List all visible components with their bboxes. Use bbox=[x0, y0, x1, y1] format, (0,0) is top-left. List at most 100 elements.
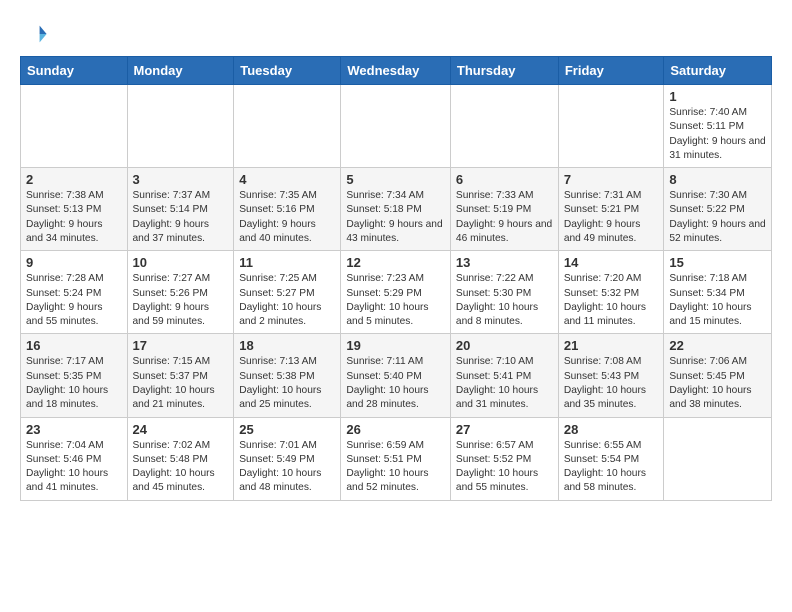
day-cell: 10 Sunrise: 7:27 AMSunset: 5:26 PMDayligh… bbox=[127, 251, 234, 334]
day-number: 23 bbox=[26, 422, 122, 437]
day-info: Sunrise: 7:02 AMSunset: 5:48 PMDaylight:… bbox=[133, 439, 229, 496]
day-number: 5 bbox=[346, 172, 445, 187]
week-row-3: 9 Sunrise: 7:28 AMSunset: 5:24 PMDaylight… bbox=[21, 251, 772, 334]
weekday-header-sunday: Sunday bbox=[21, 57, 128, 85]
day-info: Sunrise: 6:59 AMSunset: 5:51 PMDaylight:… bbox=[346, 439, 445, 496]
day-cell bbox=[450, 85, 558, 168]
logo bbox=[20, 20, 52, 48]
week-row-1: 1 Sunrise: 7:40 AMSunset: 5:11 PMDaylight… bbox=[21, 85, 772, 168]
weekday-header-row: SundayMondayTuesdayWednesdayThursdayFrid… bbox=[21, 57, 772, 85]
day-info: Sunrise: 7:04 AMSunset: 5:46 PMDaylight:… bbox=[26, 439, 122, 496]
day-cell bbox=[341, 85, 451, 168]
day-number: 18 bbox=[239, 338, 335, 353]
day-number: 6 bbox=[456, 172, 553, 187]
day-info: Sunrise: 7:18 AMSunset: 5:34 PMDaylight:… bbox=[669, 272, 766, 329]
day-cell: 1 Sunrise: 7:40 AMSunset: 5:11 PMDaylight… bbox=[664, 85, 772, 168]
day-number: 22 bbox=[669, 338, 766, 353]
day-number: 17 bbox=[133, 338, 229, 353]
day-info: Sunrise: 7:01 AMSunset: 5:49 PMDaylight:… bbox=[239, 439, 335, 496]
week-row-2: 2 Sunrise: 7:38 AMSunset: 5:13 PMDaylight… bbox=[21, 168, 772, 251]
day-number: 14 bbox=[564, 255, 659, 270]
weekday-header-monday: Monday bbox=[127, 57, 234, 85]
day-cell: 8Sunrise: 7:30 AMSunset: 5:22 PMDaylight… bbox=[664, 168, 772, 251]
day-number: 25 bbox=[239, 422, 335, 437]
day-cell bbox=[21, 85, 128, 168]
day-cell: 17Sunrise: 7:15 AMSunset: 5:37 PMDayligh… bbox=[127, 334, 234, 417]
day-number: 21 bbox=[564, 338, 659, 353]
day-number: 13 bbox=[456, 255, 553, 270]
day-cell: 21 Sunrise: 7:08 AMSunset: 5:43 PMDayligh… bbox=[558, 334, 664, 417]
day-cell: 28 Sunrise: 6:55 AMSunset: 5:54 PMDayligh… bbox=[558, 417, 664, 500]
weekday-header-wednesday: Wednesday bbox=[341, 57, 451, 85]
day-cell: 9 Sunrise: 7:28 AMSunset: 5:24 PMDaylight… bbox=[21, 251, 128, 334]
page: SundayMondayTuesdayWednesdayThursdayFrid… bbox=[0, 0, 792, 517]
day-info: Sunrise: 7:23 AMSunset: 5:29 PMDaylight:… bbox=[346, 272, 445, 329]
day-cell: 11 Sunrise: 7:25 AMSunset: 5:27 PMDayligh… bbox=[234, 251, 341, 334]
day-number: 2 bbox=[26, 172, 122, 187]
day-info: Sunrise: 7:17 AMSunset: 5:35 PMDaylight:… bbox=[26, 355, 122, 412]
day-cell: 5 Sunrise: 7:34 AMSunset: 5:18 PMDaylight… bbox=[341, 168, 451, 251]
day-cell: 13 Sunrise: 7:22 AMSunset: 5:30 PMDayligh… bbox=[450, 251, 558, 334]
week-row-4: 16 Sunrise: 7:17 AMSunset: 5:35 PMDayligh… bbox=[21, 334, 772, 417]
day-number: 11 bbox=[239, 255, 335, 270]
day-cell: 4 Sunrise: 7:35 AMSunset: 5:16 PMDaylight… bbox=[234, 168, 341, 251]
day-number: 1 bbox=[669, 89, 766, 104]
weekday-header-thursday: Thursday bbox=[450, 57, 558, 85]
weekday-header-friday: Friday bbox=[558, 57, 664, 85]
weekday-header-tuesday: Tuesday bbox=[234, 57, 341, 85]
day-number: 12 bbox=[346, 255, 445, 270]
day-info: Sunrise: 6:57 AMSunset: 5:52 PMDaylight:… bbox=[456, 439, 553, 496]
day-number: 7 bbox=[564, 172, 659, 187]
day-number: 9 bbox=[26, 255, 122, 270]
day-number: 24 bbox=[133, 422, 229, 437]
day-number: 8 bbox=[669, 172, 766, 187]
day-cell bbox=[558, 85, 664, 168]
day-info: Sunrise: 7:33 AMSunset: 5:19 PMDaylight:… bbox=[456, 189, 553, 246]
day-number: 10 bbox=[133, 255, 229, 270]
day-cell: 19 Sunrise: 7:11 AMSunset: 5:40 PMDayligh… bbox=[341, 334, 451, 417]
day-number: 19 bbox=[346, 338, 445, 353]
day-cell: 2 Sunrise: 7:38 AMSunset: 5:13 PMDaylight… bbox=[21, 168, 128, 251]
day-number: 4 bbox=[239, 172, 335, 187]
week-row-5: 23 Sunrise: 7:04 AMSunset: 5:46 PMDayligh… bbox=[21, 417, 772, 500]
day-info: Sunrise: 7:31 AMSunset: 5:21 PMDaylight:… bbox=[564, 189, 659, 246]
day-cell: 18Sunrise: 7:13 AMSunset: 5:38 PMDayligh… bbox=[234, 334, 341, 417]
logo-icon bbox=[20, 20, 48, 48]
day-info: Sunrise: 7:06 AMSunset: 5:45 PMDaylight:… bbox=[669, 355, 766, 412]
calendar-table: SundayMondayTuesdayWednesdayThursdayFrid… bbox=[20, 56, 772, 501]
day-cell: 7 Sunrise: 7:31 AMSunset: 5:21 PMDaylight… bbox=[558, 168, 664, 251]
day-info: Sunrise: 7:25 AMSunset: 5:27 PMDaylight:… bbox=[239, 272, 335, 329]
day-cell bbox=[234, 85, 341, 168]
day-cell: 16 Sunrise: 7:17 AMSunset: 5:35 PMDayligh… bbox=[21, 334, 128, 417]
day-cell: 24 Sunrise: 7:02 AMSunset: 5:48 PMDayligh… bbox=[127, 417, 234, 500]
day-info: Sunrise: 7:38 AMSunset: 5:13 PMDaylight:… bbox=[26, 189, 122, 246]
day-cell: 3 Sunrise: 7:37 AMSunset: 5:14 PMDaylight… bbox=[127, 168, 234, 251]
day-number: 16 bbox=[26, 338, 122, 353]
day-info: Sunrise: 7:11 AMSunset: 5:40 PMDaylight:… bbox=[346, 355, 445, 412]
day-info: Sunrise: 7:34 AMSunset: 5:18 PMDaylight:… bbox=[346, 189, 445, 246]
day-number: 3 bbox=[133, 172, 229, 187]
day-cell: 12 Sunrise: 7:23 AMSunset: 5:29 PMDayligh… bbox=[341, 251, 451, 334]
day-info: Sunrise: 6:55 AMSunset: 5:54 PMDaylight:… bbox=[564, 439, 659, 496]
day-info: Sunrise: 7:37 AMSunset: 5:14 PMDaylight:… bbox=[133, 189, 229, 246]
day-info: Sunrise: 7:28 AMSunset: 5:24 PMDaylight:… bbox=[26, 272, 122, 329]
day-info: Sunrise: 7:20 AMSunset: 5:32 PMDaylight:… bbox=[564, 272, 659, 329]
day-info: Sunrise: 7:40 AMSunset: 5:11 PMDaylight:… bbox=[669, 106, 766, 163]
day-cell: 22 Sunrise: 7:06 AMSunset: 5:45 PMDayligh… bbox=[664, 334, 772, 417]
day-info: Sunrise: 7:35 AMSunset: 5:16 PMDaylight:… bbox=[239, 189, 335, 246]
day-cell: 27Sunrise: 6:57 AMSunset: 5:52 PMDayligh… bbox=[450, 417, 558, 500]
day-number: 26 bbox=[346, 422, 445, 437]
day-info: Sunrise: 7:22 AMSunset: 5:30 PMDaylight:… bbox=[456, 272, 553, 329]
weekday-header-saturday: Saturday bbox=[664, 57, 772, 85]
day-info: Sunrise: 7:27 AMSunset: 5:26 PMDaylight:… bbox=[133, 272, 229, 329]
day-info: Sunrise: 7:08 AMSunset: 5:43 PMDaylight:… bbox=[564, 355, 659, 412]
day-info: Sunrise: 7:10 AMSunset: 5:41 PMDaylight:… bbox=[456, 355, 553, 412]
day-cell: 23 Sunrise: 7:04 AMSunset: 5:46 PMDayligh… bbox=[21, 417, 128, 500]
day-cell bbox=[127, 85, 234, 168]
day-number: 20 bbox=[456, 338, 553, 353]
day-number: 28 bbox=[564, 422, 659, 437]
header bbox=[20, 16, 772, 48]
day-cell bbox=[664, 417, 772, 500]
day-cell: 20 Sunrise: 7:10 AMSunset: 5:41 PMDayligh… bbox=[450, 334, 558, 417]
day-cell: 26 Sunrise: 6:59 AMSunset: 5:51 PMDayligh… bbox=[341, 417, 451, 500]
